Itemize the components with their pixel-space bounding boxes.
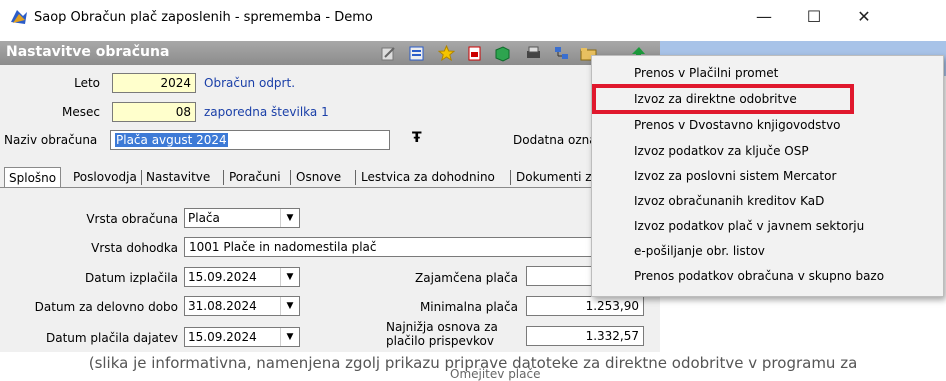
mesec-label: Mesec bbox=[62, 105, 100, 119]
naziv-field[interactable]: Plača avgust 2024 bbox=[110, 130, 390, 150]
list-icon[interactable] bbox=[408, 45, 425, 62]
naziv-value: Plača avgust 2024 bbox=[115, 133, 228, 147]
tab-poslovodja[interactable]: Poslovodja bbox=[73, 167, 137, 187]
window-title: Saop Obračun plač zaposlenih - sprememba… bbox=[34, 10, 373, 25]
datum-dajatev-label: Datum plačila dajatev bbox=[46, 331, 178, 345]
chevron-down-icon[interactable]: ▼ bbox=[280, 297, 299, 315]
print-icon[interactable] bbox=[525, 45, 542, 62]
menu-item-e-posiljanje[interactable]: e-pošiljanje obr. listov bbox=[634, 244, 765, 258]
vrsta-obracuna-value: Plača bbox=[188, 211, 220, 225]
leto-label: Leto bbox=[74, 76, 100, 90]
datum-delovno-select[interactable]: 31.08.2024 ▼ bbox=[184, 296, 300, 316]
highlight-box bbox=[592, 84, 854, 114]
vrsta-dohodka-label: Vrsta dohodka bbox=[91, 241, 178, 255]
section-header: Nastavitve obračuna bbox=[0, 41, 660, 65]
minimalna-field[interactable]: 1.253,90 bbox=[526, 296, 644, 316]
chevron-down-icon[interactable]: ▼ bbox=[280, 268, 299, 286]
najnizja-field[interactable]: 1.332,57 bbox=[526, 326, 644, 346]
minimalna-label: Minimalna plača bbox=[419, 300, 518, 314]
title-bar: Saop Obračun plač zaposlenih - sprememba… bbox=[0, 0, 946, 34]
zajamcena-label: Zajamčena plača bbox=[415, 271, 518, 285]
tab-osnove[interactable]: Osnove bbox=[296, 167, 341, 187]
vrsta-obracuna-label: Vrsta obračuna bbox=[86, 212, 178, 226]
menu-item-kad[interactable]: Izvoz obračunanih kreditov KaD bbox=[634, 194, 824, 208]
export-icon[interactable] bbox=[466, 45, 483, 62]
datum-dajatev-select[interactable]: 15.09.2024 ▼ bbox=[184, 327, 300, 347]
tab-separator bbox=[141, 170, 142, 185]
datum-delovno-label: Datum za delovno dobo bbox=[34, 300, 178, 314]
najnizja-label-line2: plačilo prispevkov bbox=[386, 334, 494, 348]
tab-splosno[interactable]: Splošno bbox=[4, 167, 62, 188]
star-icon[interactable] bbox=[438, 45, 455, 62]
chevron-down-icon[interactable]: ▼ bbox=[280, 209, 299, 227]
mesec-field[interactable]: 08 bbox=[112, 102, 196, 122]
tab-nastavitve[interactable]: Nastavitve bbox=[146, 167, 210, 187]
tab-separator bbox=[290, 170, 291, 185]
app-icon bbox=[11, 10, 27, 24]
naziv-label: Naziv obračuna bbox=[4, 133, 98, 147]
cube-icon[interactable] bbox=[494, 45, 511, 62]
font-icon[interactable]: Ŧ bbox=[412, 130, 422, 146]
datum-delovno-value: 31.08.2024 bbox=[188, 299, 257, 313]
najnizja-label-line1: Najnižja osnova za bbox=[386, 320, 498, 334]
overlapped-label: Omejitev plače bbox=[450, 367, 541, 381]
close-button[interactable]: ✕ bbox=[850, 6, 878, 28]
menu-item-skupna-baza[interactable]: Prenos podatkov obračuna v skupno bazo bbox=[634, 269, 884, 283]
menu-item-dvostavno[interactable]: Prenos v Dvostavno knjigovodstvo bbox=[634, 118, 841, 132]
section-title: Nastavitve obračuna bbox=[6, 44, 170, 60]
datum-izplacila-value: 15.09.2024 bbox=[188, 270, 257, 284]
datum-izplacila-label: Datum izplačila bbox=[85, 271, 178, 285]
leto-status: Obračun odprt. bbox=[204, 76, 296, 90]
dodatna-label: Dodatna ozna bbox=[513, 133, 597, 147]
menu-item-placilni-promet[interactable]: Prenos v Plačilni promet bbox=[634, 66, 778, 80]
menu-item-osp[interactable]: Izvoz podatkov za ključe OSP bbox=[634, 144, 809, 158]
tab-poracuni[interactable]: Poračuni bbox=[229, 167, 281, 187]
najnizja-label: Najnižja osnova za plačilo prispevkov bbox=[386, 320, 498, 348]
tab-separator bbox=[510, 170, 511, 185]
menu-item-mercator[interactable]: Izvoz za poslovni sistem Mercator bbox=[634, 169, 836, 183]
edit-icon[interactable] bbox=[380, 45, 397, 62]
tab-separator bbox=[355, 170, 356, 185]
vrsta-obracuna-select[interactable]: Plača ▼ bbox=[184, 208, 300, 228]
tab-separator bbox=[223, 170, 224, 185]
leto-field[interactable]: 2024 bbox=[112, 73, 196, 93]
minimize-button[interactable]: — bbox=[750, 6, 778, 28]
tree-icon[interactable] bbox=[553, 45, 570, 62]
vrsta-dohodka-field[interactable]: 1001 Plače in nadomestila plač bbox=[184, 237, 594, 257]
maximize-button[interactable]: ☐ bbox=[800, 6, 828, 28]
datum-izplacila-select[interactable]: 15.09.2024 ▼ bbox=[184, 267, 300, 287]
menu-item-javni-sektor[interactable]: Izvoz podatkov plač v javnem sektorju bbox=[634, 219, 864, 233]
chevron-down-icon[interactable]: ▼ bbox=[280, 328, 299, 346]
tab-lestvica[interactable]: Lestvica za dohodnino bbox=[361, 167, 495, 187]
datum-dajatev-value: 15.09.2024 bbox=[188, 330, 257, 344]
tab-baseline bbox=[0, 187, 660, 188]
mesec-info: zaporedna številka 1 bbox=[204, 105, 329, 119]
